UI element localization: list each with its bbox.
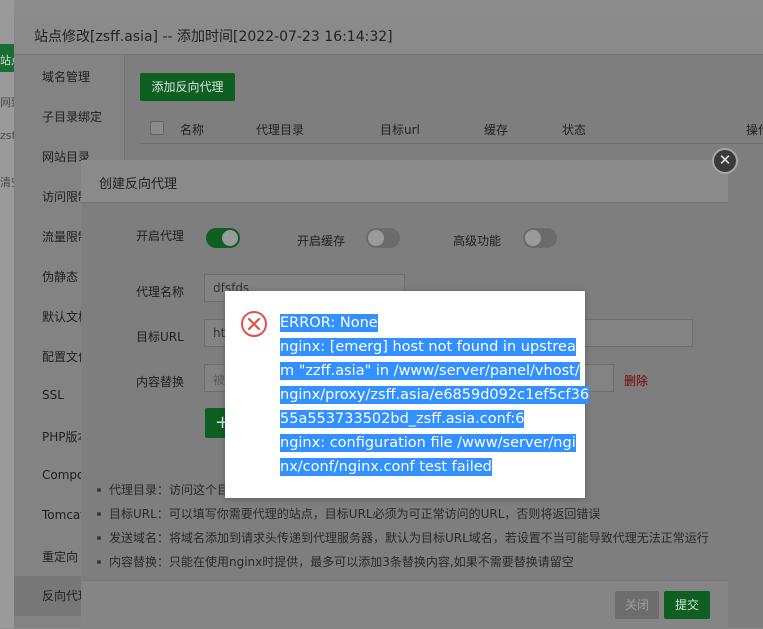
- background-panel: 站点 网致 zsff 清空: [0, 0, 14, 628]
- sidebar-item-ssl[interactable]: SSL: [42, 388, 64, 402]
- error-line: 55a553733502bd_zsff.asia.conf:6: [280, 410, 525, 428]
- sidebar-item-rewrite[interactable]: 伪静态: [42, 268, 78, 285]
- enable-cache-label: 开启缓存: [297, 234, 346, 248]
- help-note: 发送域名：将域名添加到请求头传递到代理服务器，默认为目标URL域名，若设置不当可…: [95, 526, 725, 550]
- add-reverse-proxy-button[interactable]: 添加反向代理: [140, 73, 235, 101]
- enable-proxy-toggle[interactable]: [206, 228, 240, 248]
- background-text: 站点: [0, 54, 14, 67]
- column-status: 状态: [562, 123, 587, 137]
- error-x-circle-icon: [241, 311, 267, 337]
- proxy-dialog-title: 创建反向代理: [99, 177, 178, 192]
- background-text: zsff: [0, 129, 14, 142]
- error-line: nginx: configuration file /www/server/ng…: [280, 434, 576, 452]
- advanced-label: 高级功能: [453, 234, 502, 248]
- column-target-url: 目标url: [380, 123, 420, 137]
- error-popup: ERROR: None nginx: [emerg] host not foun…: [225, 291, 590, 498]
- enable-proxy-label: 开启代理: [136, 229, 185, 243]
- error-line: m "zzff.asia" in /www/server/panel/vhost…: [280, 362, 580, 380]
- error-line: ERROR: None: [280, 314, 378, 332]
- error-line: nx/conf/nginx.conf test failed: [280, 458, 492, 476]
- content-replace-label: 内容替换: [136, 375, 185, 389]
- column-name: 名称: [180, 123, 205, 137]
- site-window-header: 站点修改[zsff.asia] -- 添加时间[2022-07-23 16:14…: [14, 14, 763, 55]
- column-proxy-dir: 代理目录: [256, 123, 305, 137]
- proxy-name-label: 代理名称: [136, 285, 185, 299]
- target-url-label: 目标URL: [136, 330, 184, 344]
- error-line: nginx: [emerg] host not found in upstrea: [280, 338, 576, 356]
- toggle-knob: [525, 230, 541, 246]
- enable-cache-toggle[interactable]: [366, 228, 400, 248]
- help-note: 目标URL：可以填写你需要代理的站点，目标URL必须为可正常访问的URL，否则将…: [95, 502, 725, 526]
- close-icon[interactable]: ✕: [712, 148, 738, 174]
- sidebar-item-subdir[interactable]: 子目录绑定: [42, 108, 102, 125]
- close-button[interactable]: 关闭: [615, 591, 659, 619]
- advanced-toggle[interactable]: [523, 228, 557, 248]
- help-note: 内容替换：只能在使用nginx时提供，最多可以添加3条替换内容,如果不需要替换请…: [95, 550, 725, 574]
- background-text: 清空: [0, 176, 14, 189]
- error-line: nginx/proxy/zsff.asia/e6859d092c1ef5cf36: [280, 386, 590, 404]
- column-actions: 操作: [746, 123, 763, 137]
- toggle-knob: [222, 230, 238, 246]
- proxy-table-header: 名称 代理目录 目标url 缓存 状态 操作: [140, 113, 763, 144]
- sidebar-item-redirect[interactable]: 重定向: [42, 548, 78, 565]
- error-message: ERROR: None nginx: [emerg] host not foun…: [280, 311, 590, 479]
- proxy-dialog-header: 创建反向代理: [81, 160, 728, 203]
- background-text: 网致: [0, 96, 14, 109]
- sidebar-item-tomcat[interactable]: Tomcat: [42, 508, 85, 522]
- delete-replace-link[interactable]: 删除: [624, 372, 648, 389]
- toggle-knob: [368, 230, 384, 246]
- submit-button[interactable]: 提交: [664, 591, 710, 619]
- proxy-dialog-footer: 关闭 提交: [81, 580, 728, 629]
- sidebar-item-domain[interactable]: 域名管理: [42, 68, 90, 85]
- select-all-checkbox[interactable]: [150, 121, 164, 135]
- column-cache: 缓存: [484, 123, 509, 137]
- site-window-title: 站点修改[zsff.asia] -- 添加时间[2022-07-23 16:14…: [34, 29, 393, 45]
